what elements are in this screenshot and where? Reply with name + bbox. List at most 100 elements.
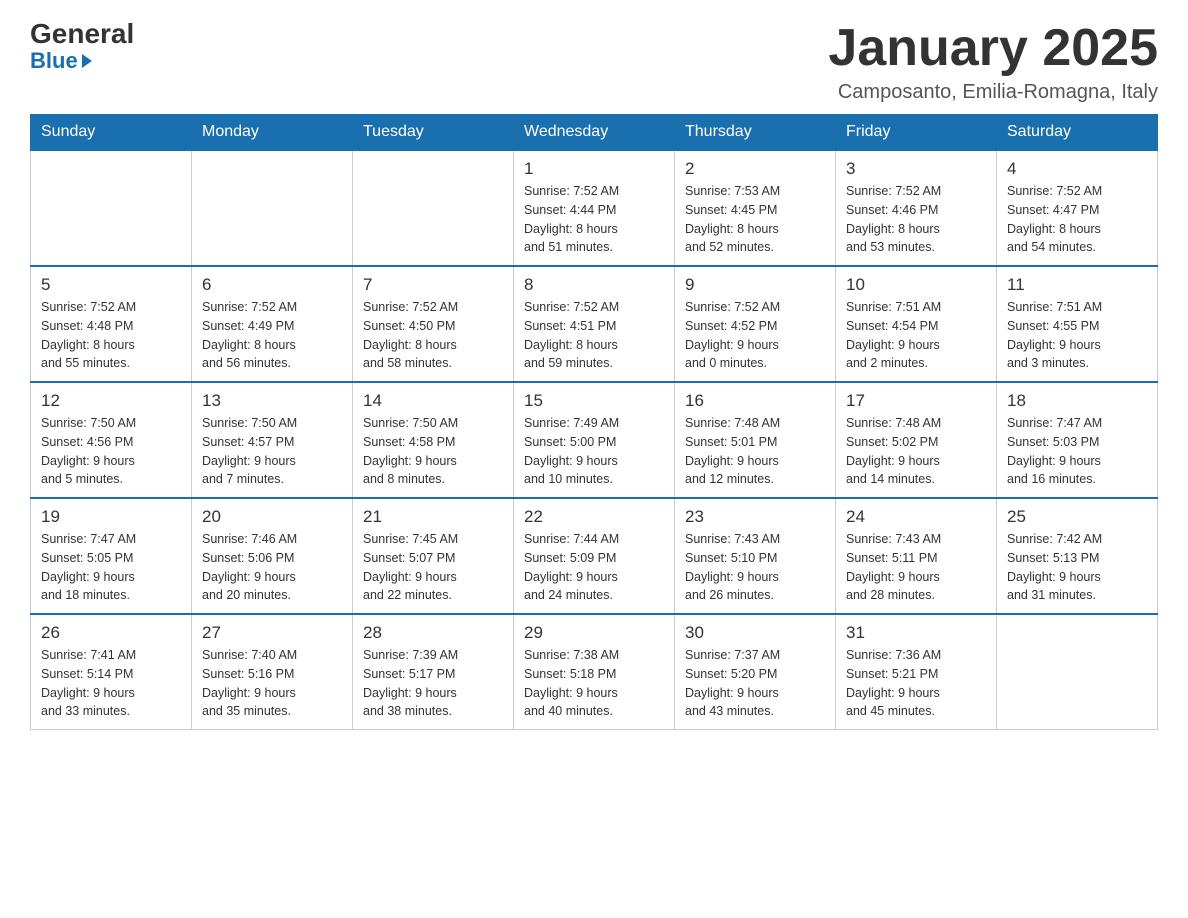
day-info: Sunrise: 7:52 AM Sunset: 4:50 PM Dayligh… xyxy=(363,298,503,373)
month-title: January 2025 xyxy=(828,20,1158,77)
day-info: Sunrise: 7:49 AM Sunset: 5:00 PM Dayligh… xyxy=(524,414,664,489)
calendar-day-cell xyxy=(31,150,192,266)
logo: General Blue xyxy=(30,20,134,74)
day-number: 8 xyxy=(524,275,664,295)
calendar-day-cell: 3 Sunrise: 7:52 AM Sunset: 4:46 PM Daylig… xyxy=(836,150,997,266)
calendar-day-cell: 16Sunrise: 7:48 AM Sunset: 5:01 PM Dayli… xyxy=(675,382,836,498)
calendar-weekday-header: Wednesday xyxy=(514,115,675,151)
day-info: Sunrise: 7:52 AM Sunset: 4:47 PM Dayligh… xyxy=(1007,182,1147,257)
calendar-day-cell: 4 Sunrise: 7:52 AM Sunset: 4:47 PM Daylig… xyxy=(997,150,1158,266)
day-number: 1 xyxy=(524,159,664,179)
calendar-week-row: 5 Sunrise: 7:52 AM Sunset: 4:48 PM Daylig… xyxy=(31,266,1158,382)
calendar-weekday-header: Saturday xyxy=(997,115,1158,151)
day-number: 18 xyxy=(1007,391,1147,411)
day-number: 7 xyxy=(363,275,503,295)
day-info: Sunrise: 7:52 AM Sunset: 4:51 PM Dayligh… xyxy=(524,298,664,373)
calendar-day-cell: 21 Sunrise: 7:45 AM Sunset: 5:07 PM Dayli… xyxy=(353,498,514,614)
page-header: General Blue January 2025 Camposanto, Em… xyxy=(30,20,1158,104)
day-number: 11 xyxy=(1007,275,1147,295)
location-text: Camposanto, Emilia-Romagna, Italy xyxy=(828,81,1158,104)
calendar-week-row: 19Sunrise: 7:47 AM Sunset: 5:05 PM Dayli… xyxy=(31,498,1158,614)
day-number: 30 xyxy=(685,623,825,643)
calendar-day-cell: 27Sunrise: 7:40 AM Sunset: 5:16 PM Dayli… xyxy=(192,614,353,730)
logo-general-text: General xyxy=(30,20,134,48)
day-info: Sunrise: 7:44 AM Sunset: 5:09 PM Dayligh… xyxy=(524,530,664,605)
day-info: Sunrise: 7:41 AM Sunset: 5:14 PM Dayligh… xyxy=(41,646,181,721)
calendar-day-cell xyxy=(997,614,1158,730)
title-block: January 2025 Camposanto, Emilia-Romagna,… xyxy=(828,20,1158,104)
calendar-week-row: 26 Sunrise: 7:41 AM Sunset: 5:14 PM Dayli… xyxy=(31,614,1158,730)
day-number: 26 xyxy=(41,623,181,643)
calendar-day-cell: 28Sunrise: 7:39 AM Sunset: 5:17 PM Dayli… xyxy=(353,614,514,730)
day-info: Sunrise: 7:43 AM Sunset: 5:11 PM Dayligh… xyxy=(846,530,986,605)
calendar-day-cell: 2 Sunrise: 7:53 AM Sunset: 4:45 PM Daylig… xyxy=(675,150,836,266)
calendar-day-cell: 20 Sunrise: 7:46 AM Sunset: 5:06 PM Dayli… xyxy=(192,498,353,614)
day-info: Sunrise: 7:52 AM Sunset: 4:48 PM Dayligh… xyxy=(41,298,181,373)
calendar-day-cell: 31Sunrise: 7:36 AM Sunset: 5:21 PM Dayli… xyxy=(836,614,997,730)
calendar-week-row: 12Sunrise: 7:50 AM Sunset: 4:56 PM Dayli… xyxy=(31,382,1158,498)
day-number: 29 xyxy=(524,623,664,643)
day-number: 4 xyxy=(1007,159,1147,179)
day-info: Sunrise: 7:40 AM Sunset: 5:16 PM Dayligh… xyxy=(202,646,342,721)
day-info: Sunrise: 7:52 AM Sunset: 4:49 PM Dayligh… xyxy=(202,298,342,373)
day-info: Sunrise: 7:52 AM Sunset: 4:44 PM Dayligh… xyxy=(524,182,664,257)
calendar-day-cell: 15 Sunrise: 7:49 AM Sunset: 5:00 PM Dayli… xyxy=(514,382,675,498)
day-info: Sunrise: 7:51 AM Sunset: 4:55 PM Dayligh… xyxy=(1007,298,1147,373)
calendar-day-cell: 11 Sunrise: 7:51 AM Sunset: 4:55 PM Dayli… xyxy=(997,266,1158,382)
calendar-day-cell xyxy=(192,150,353,266)
day-number: 24 xyxy=(846,507,986,527)
calendar-week-row: 1 Sunrise: 7:52 AM Sunset: 4:44 PM Daylig… xyxy=(31,150,1158,266)
calendar-day-cell: 1 Sunrise: 7:52 AM Sunset: 4:44 PM Daylig… xyxy=(514,150,675,266)
day-info: Sunrise: 7:48 AM Sunset: 5:02 PM Dayligh… xyxy=(846,414,986,489)
day-number: 3 xyxy=(846,159,986,179)
calendar-weekday-header: Sunday xyxy=(31,115,192,151)
day-info: Sunrise: 7:47 AM Sunset: 5:05 PM Dayligh… xyxy=(41,530,181,605)
day-number: 5 xyxy=(41,275,181,295)
calendar-day-cell: 13Sunrise: 7:50 AM Sunset: 4:57 PM Dayli… xyxy=(192,382,353,498)
day-info: Sunrise: 7:39 AM Sunset: 5:17 PM Dayligh… xyxy=(363,646,503,721)
calendar-day-cell: 24 Sunrise: 7:43 AM Sunset: 5:11 PM Dayli… xyxy=(836,498,997,614)
calendar-weekday-header: Monday xyxy=(192,115,353,151)
day-number: 10 xyxy=(846,275,986,295)
calendar-day-cell: 12Sunrise: 7:50 AM Sunset: 4:56 PM Dayli… xyxy=(31,382,192,498)
day-number: 23 xyxy=(685,507,825,527)
day-number: 2 xyxy=(685,159,825,179)
day-number: 15 xyxy=(524,391,664,411)
day-info: Sunrise: 7:48 AM Sunset: 5:01 PM Dayligh… xyxy=(685,414,825,489)
day-number: 9 xyxy=(685,275,825,295)
day-info: Sunrise: 7:36 AM Sunset: 5:21 PM Dayligh… xyxy=(846,646,986,721)
day-info: Sunrise: 7:50 AM Sunset: 4:58 PM Dayligh… xyxy=(363,414,503,489)
day-number: 20 xyxy=(202,507,342,527)
day-number: 25 xyxy=(1007,507,1147,527)
day-info: Sunrise: 7:37 AM Sunset: 5:20 PM Dayligh… xyxy=(685,646,825,721)
day-info: Sunrise: 7:47 AM Sunset: 5:03 PM Dayligh… xyxy=(1007,414,1147,489)
day-info: Sunrise: 7:51 AM Sunset: 4:54 PM Dayligh… xyxy=(846,298,986,373)
calendar-day-cell: 26 Sunrise: 7:41 AM Sunset: 5:14 PM Dayli… xyxy=(31,614,192,730)
day-number: 22 xyxy=(524,507,664,527)
day-info: Sunrise: 7:50 AM Sunset: 4:57 PM Dayligh… xyxy=(202,414,342,489)
calendar-weekday-header: Thursday xyxy=(675,115,836,151)
calendar-day-cell: 29 Sunrise: 7:38 AM Sunset: 5:18 PM Dayli… xyxy=(514,614,675,730)
day-number: 6 xyxy=(202,275,342,295)
logo-blue-text: Blue xyxy=(30,48,92,74)
day-number: 14 xyxy=(363,391,503,411)
calendar-day-cell xyxy=(353,150,514,266)
day-number: 21 xyxy=(363,507,503,527)
day-info: Sunrise: 7:46 AM Sunset: 5:06 PM Dayligh… xyxy=(202,530,342,605)
calendar-day-cell: 23Sunrise: 7:43 AM Sunset: 5:10 PM Dayli… xyxy=(675,498,836,614)
calendar-table: SundayMondayTuesdayWednesdayThursdayFrid… xyxy=(30,114,1158,730)
day-info: Sunrise: 7:50 AM Sunset: 4:56 PM Dayligh… xyxy=(41,414,181,489)
calendar-day-cell: 7 Sunrise: 7:52 AM Sunset: 4:50 PM Daylig… xyxy=(353,266,514,382)
day-info: Sunrise: 7:38 AM Sunset: 5:18 PM Dayligh… xyxy=(524,646,664,721)
day-info: Sunrise: 7:45 AM Sunset: 5:07 PM Dayligh… xyxy=(363,530,503,605)
calendar-day-cell: 25 Sunrise: 7:42 AM Sunset: 5:13 PM Dayli… xyxy=(997,498,1158,614)
day-info: Sunrise: 7:52 AM Sunset: 4:46 PM Dayligh… xyxy=(846,182,986,257)
logo-arrow-icon xyxy=(82,54,92,68)
calendar-day-cell: 17Sunrise: 7:48 AM Sunset: 5:02 PM Dayli… xyxy=(836,382,997,498)
day-info: Sunrise: 7:53 AM Sunset: 4:45 PM Dayligh… xyxy=(685,182,825,257)
calendar-day-cell: 18 Sunrise: 7:47 AM Sunset: 5:03 PM Dayli… xyxy=(997,382,1158,498)
calendar-header-row: SundayMondayTuesdayWednesdayThursdayFrid… xyxy=(31,115,1158,151)
day-info: Sunrise: 7:52 AM Sunset: 4:52 PM Dayligh… xyxy=(685,298,825,373)
calendar-weekday-header: Tuesday xyxy=(353,115,514,151)
day-info: Sunrise: 7:42 AM Sunset: 5:13 PM Dayligh… xyxy=(1007,530,1147,605)
